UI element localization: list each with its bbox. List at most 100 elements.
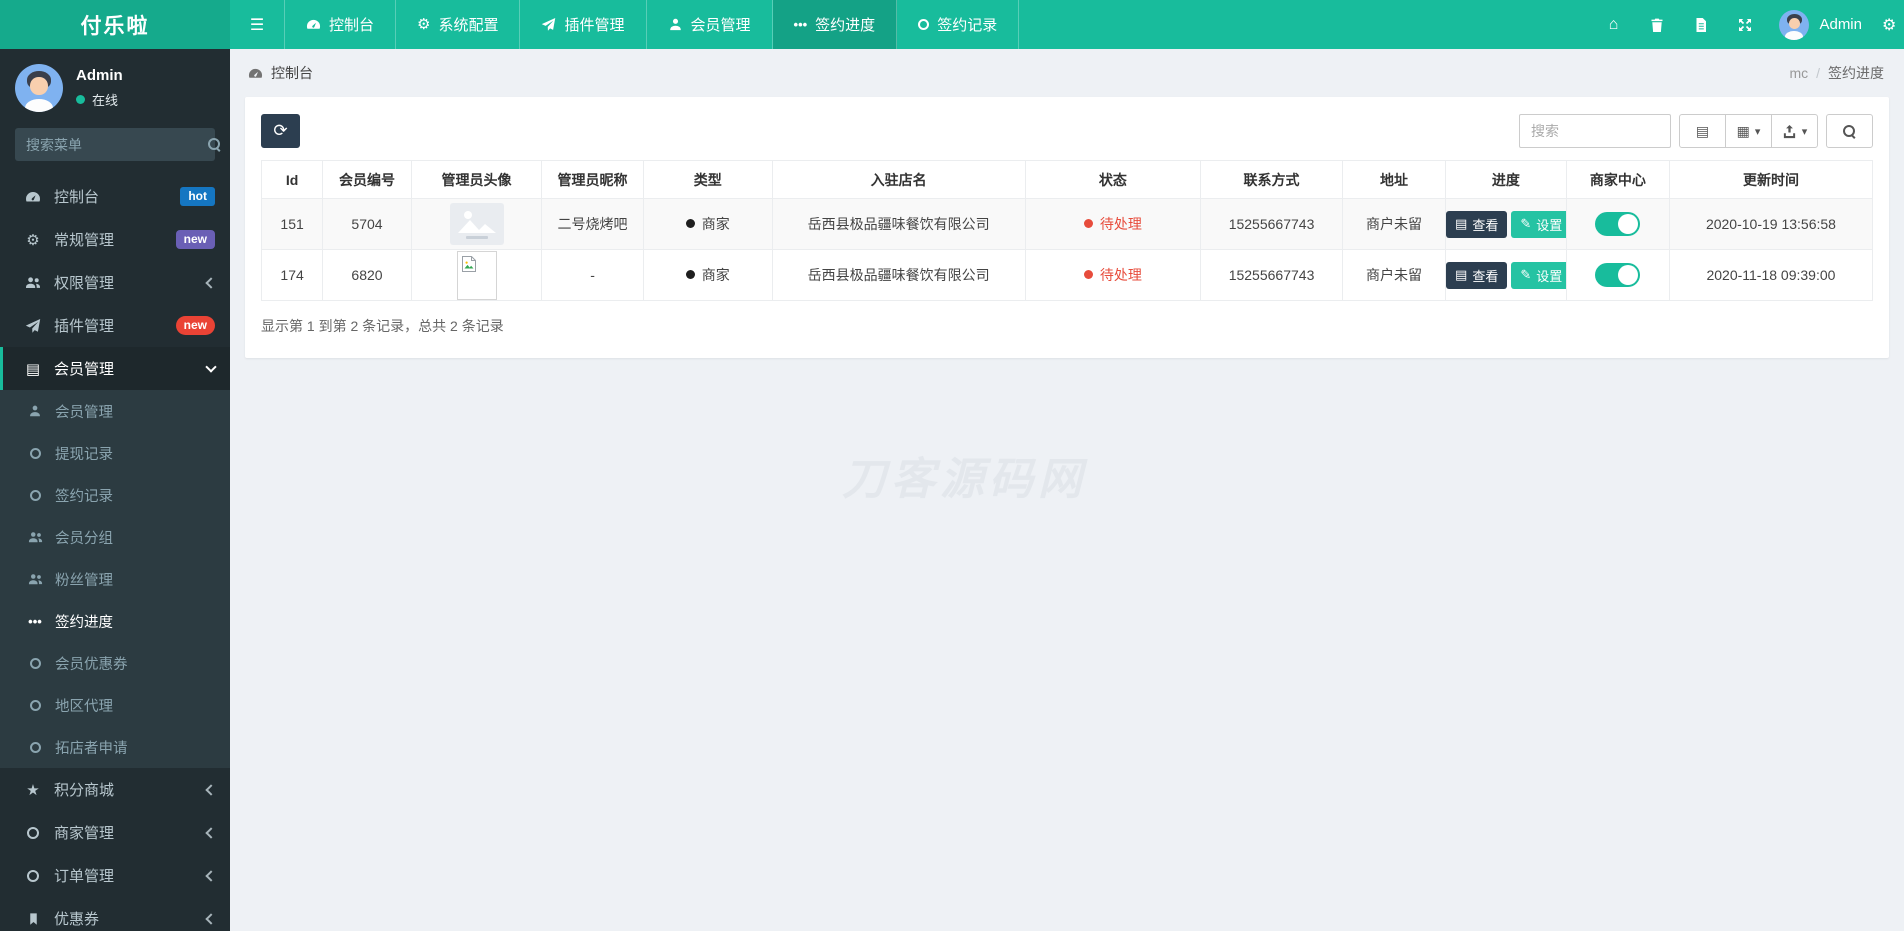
sidebar-search-input[interactable]	[26, 136, 207, 153]
table-row: 151 5704 二号烧烤吧 商家 岳西县极品疆味餐饮有限公司 待处理 1525…	[260, 198, 1874, 250]
cell-contact: 15255667743	[1200, 198, 1343, 250]
caret-down-icon: ▾	[1801, 125, 1808, 138]
view-button[interactable]: ▤ 查看	[1446, 261, 1508, 289]
image-placeholder-thumbnail[interactable]	[449, 203, 504, 245]
merchant-center-toggle[interactable]	[1595, 212, 1641, 236]
sidebar-item-permission-management[interactable]: 权限管理	[0, 261, 230, 304]
sidebar-item-points-mall[interactable]: ★ 积分商城	[0, 768, 230, 811]
submenu-item-regional-agents[interactable]: 地区代理	[0, 684, 230, 726]
table-header-row: Id 会员编号 管理员头像 管理员昵称 类型 入驻店名 状态 联系方式 地址 进…	[260, 160, 1874, 199]
column-header-address: 地址	[1341, 160, 1447, 199]
submenu-item-member-groups[interactable]: 会员分组	[0, 516, 230, 558]
sidebar-avatar	[15, 64, 63, 112]
user-menu[interactable]: Admin	[1767, 9, 1874, 40]
log-button[interactable]	[1679, 0, 1723, 49]
circle-icon	[24, 741, 46, 753]
sidebar-toggle-button[interactable]: ☰	[230, 0, 285, 49]
refresh-button[interactable]: ⟳	[261, 114, 300, 148]
broken-image-thumbnail[interactable]	[456, 250, 497, 300]
breadcrumb-parent[interactable]: mc	[1789, 65, 1808, 81]
detail-view-button[interactable]: ▤	[1679, 114, 1726, 148]
main-content: 控制台 mc / 签约进度 ⟳ ▤ ▦▾ ▾	[230, 49, 1904, 931]
nav-item-member-management[interactable]: 会员管理	[647, 0, 773, 49]
settings-button[interactable]: ⚙	[1874, 0, 1904, 49]
nav-item-dashboard[interactable]: 控制台	[285, 0, 397, 49]
status-dot-icon	[1083, 270, 1093, 279]
online-dot-icon	[76, 95, 85, 104]
merchant-center-toggle[interactable]	[1595, 263, 1641, 287]
column-header-id: Id	[260, 160, 324, 199]
cell-admin-avatar	[410, 198, 543, 250]
column-header-merchant-center: 商家中心	[1565, 160, 1670, 199]
table-card: ⟳ ▤ ▦▾ ▾ Id 会员编号 管理员头像	[245, 97, 1889, 358]
placeholder-image-icon	[457, 211, 496, 239]
users-icon	[24, 572, 46, 587]
cell-contact: 15255667743	[1200, 249, 1343, 301]
submenu-item-withdrawal-records[interactable]: 提现记录	[0, 432, 230, 474]
new-badge: new	[175, 230, 215, 249]
sidebar: Admin 在线 控制台 hot ⚙ 常规管理 new 权限管理 插件	[0, 49, 230, 931]
cell-id: 174	[260, 249, 324, 301]
sidebar-item-plugin-management[interactable]: 插件管理 new	[0, 304, 230, 347]
cell-type: 商家	[642, 198, 773, 250]
search-icon	[207, 137, 222, 152]
sidebar-item-coupons[interactable]: 优惠券	[0, 897, 230, 931]
log-icon	[1693, 17, 1709, 33]
cell-progress-actions: ▤ 查看 ✎ 设置	[1445, 198, 1567, 250]
advanced-search-button[interactable]	[1826, 114, 1873, 148]
broken-image-icon	[461, 255, 476, 272]
sidebar-user-status: 在线	[76, 90, 123, 109]
submenu-item-member-coupons[interactable]: 会员优惠券	[0, 642, 230, 684]
sidebar-item-merchant-management[interactable]: 商家管理	[0, 811, 230, 854]
column-header-progress: 进度	[1445, 160, 1567, 199]
nav-item-system-config[interactable]: ⚙ 系统配置	[396, 0, 521, 49]
app-logo: 付乐啦	[0, 0, 230, 49]
sidebar-item-general-management[interactable]: ⚙ 常规管理 new	[0, 218, 230, 261]
column-header-update-time: 更新时间	[1668, 160, 1874, 199]
chevron-left-icon	[205, 276, 217, 289]
column-header-type: 类型	[642, 160, 773, 199]
submenu-item-signing-progress[interactable]: ••• 签约进度	[0, 600, 230, 642]
gauge-icon	[248, 66, 263, 81]
fullscreen-button[interactable]	[1723, 0, 1767, 49]
circle-icon	[918, 19, 930, 30]
cell-store-name: 岳西县极品疆味餐饮有限公司	[771, 249, 1026, 301]
set-button[interactable]: ✎ 设置	[1511, 210, 1566, 238]
cell-update-time: 2020-10-19 13:56:58	[1668, 198, 1874, 250]
status-dot-icon	[1083, 219, 1093, 228]
type-dot-icon	[685, 270, 695, 279]
hot-badge: hot	[180, 187, 215, 206]
sidebar-item-member-management[interactable]: ▤ 会员管理	[0, 347, 230, 390]
submenu-item-store-expansion-application[interactable]: 拓店者申请	[0, 726, 230, 768]
sidebar-menu: 控制台 hot ⚙ 常规管理 new 权限管理 插件管理 new ▤ 会员管理 …	[0, 175, 230, 931]
export-button[interactable]: ▾	[1771, 114, 1818, 148]
sidebar-item-order-management[interactable]: 订单管理	[0, 854, 230, 897]
nav-item-plugin-management[interactable]: 插件管理	[520, 0, 647, 49]
cell-update-time: 2020-11-18 09:39:00	[1668, 249, 1874, 301]
list-icon: ▤	[1455, 267, 1468, 282]
home-button[interactable]: ⌂	[1591, 0, 1635, 49]
submenu-item-member-management[interactable]: 会员管理	[0, 390, 230, 432]
set-button[interactable]: ✎ 设置	[1511, 261, 1566, 289]
watermark: 刀客源码网	[842, 455, 1087, 504]
gauge-icon	[306, 17, 321, 32]
chevron-left-icon	[205, 912, 217, 925]
paper-plane-icon	[21, 318, 45, 334]
pencil-icon: ✎	[1520, 216, 1532, 231]
table-search-input[interactable]	[1519, 114, 1671, 148]
columns-button[interactable]: ▦ ▾	[1725, 114, 1772, 148]
sidebar-item-dashboard[interactable]: 控制台 hot	[0, 175, 230, 218]
nav-item-signing-records[interactable]: 签约记录	[897, 0, 1020, 49]
clear-cache-button[interactable]	[1635, 0, 1679, 49]
nav-item-signing-progress[interactable]: ••• 签约进度	[772, 0, 898, 49]
view-button[interactable]: ▤ 查看	[1446, 210, 1508, 238]
gauge-icon	[21, 189, 45, 205]
column-header-member-no: 会员编号	[322, 160, 412, 199]
sidebar-user-panel: Admin 在线	[0, 49, 230, 125]
sidebar-user-name: Admin	[76, 67, 123, 84]
submenu-item-fans-management[interactable]: 粉丝管理	[0, 558, 230, 600]
chevron-left-icon	[205, 869, 217, 882]
chevron-left-icon	[205, 783, 217, 796]
submenu-item-signing-records[interactable]: 签约记录	[0, 474, 230, 516]
ellipsis-icon: •••	[28, 613, 42, 629]
